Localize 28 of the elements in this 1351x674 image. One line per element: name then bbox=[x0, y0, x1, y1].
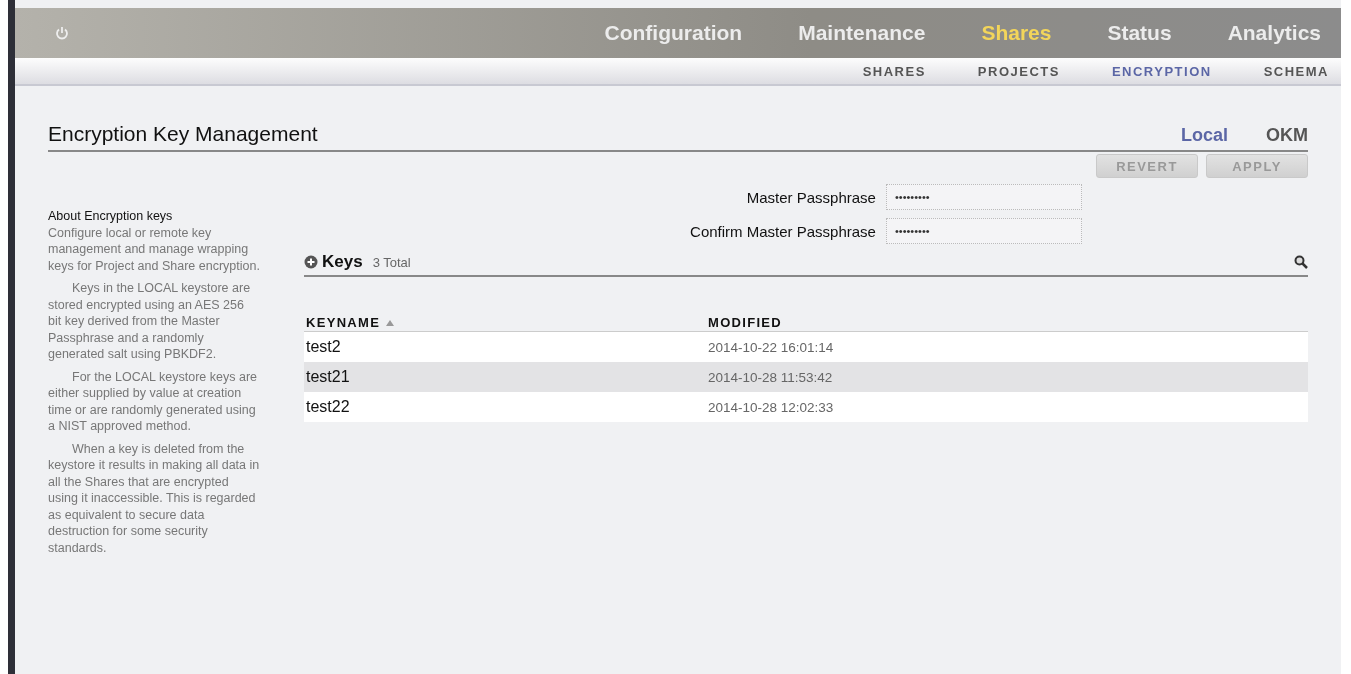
modified-cell: 2014-10-28 12:02:33 bbox=[706, 392, 1308, 422]
about-paragraph: Configure local or remote key management and manage wrapping keys for Project and Share encryption. bbox=[48, 224, 260, 274]
page-title: Encryption Key Management bbox=[48, 122, 318, 146]
keys-count: 3 Total bbox=[372, 254, 411, 270]
keyname-cell[interactable]: test21 bbox=[304, 362, 706, 392]
modified-cell: 2014-10-28 11:53:42 bbox=[706, 362, 1308, 392]
field-label: Master Passphrase bbox=[745, 188, 876, 206]
add-icon[interactable] bbox=[304, 255, 318, 269]
column-header[interactable]: KEYNAME bbox=[306, 315, 381, 330]
column-header[interactable]: MODIFIED bbox=[708, 315, 782, 330]
about-paragraph: For the LOCAL keystore keys are either supplied by value at creation time or are randomly generated using a NIST approved method. bbox=[48, 368, 259, 435]
about-paragraph: Keys in the LOCAL keystore are stored encrypted using an AES 256 bit key derived from the Master Passphrase and a randomly generated salt using PBKDF2. bbox=[48, 280, 252, 363]
keyname-cell[interactable]: test2 bbox=[304, 331, 706, 362]
sub-nav-tab[interactable]: SHARES bbox=[856, 62, 932, 80]
sub-nav-tab[interactable]: ENCRYPTION bbox=[1105, 62, 1218, 80]
modified-cell: 2014-10-22 16:01:14 bbox=[706, 331, 1308, 362]
about-title: About Encryption keys bbox=[48, 208, 174, 225]
field-label: Confirm Master Passphrase bbox=[690, 222, 876, 240]
passphrase-field[interactable]: ••••••••• bbox=[885, 184, 1082, 210]
sub-nav-tab[interactable]: SCHEMA bbox=[1257, 62, 1335, 80]
mode-tab[interactable]: OKM bbox=[1266, 125, 1308, 146]
keys-title: Keys bbox=[322, 252, 363, 272]
sub-nav-tab[interactable]: PROJECTS bbox=[971, 62, 1066, 80]
about-paragraph: When a key is deleted from the keystore it results in making all data in all the Shares that are encrypted using it inaccessible. This is regarded as equivalent to secure data destruction for some security standards. bbox=[48, 440, 260, 556]
mode-tab[interactable]: Local bbox=[1181, 125, 1228, 146]
passphrase-field[interactable]: ••••••••• bbox=[885, 218, 1082, 244]
keyname-cell[interactable]: test22 bbox=[304, 392, 706, 422]
search-icon[interactable] bbox=[1294, 255, 1308, 269]
